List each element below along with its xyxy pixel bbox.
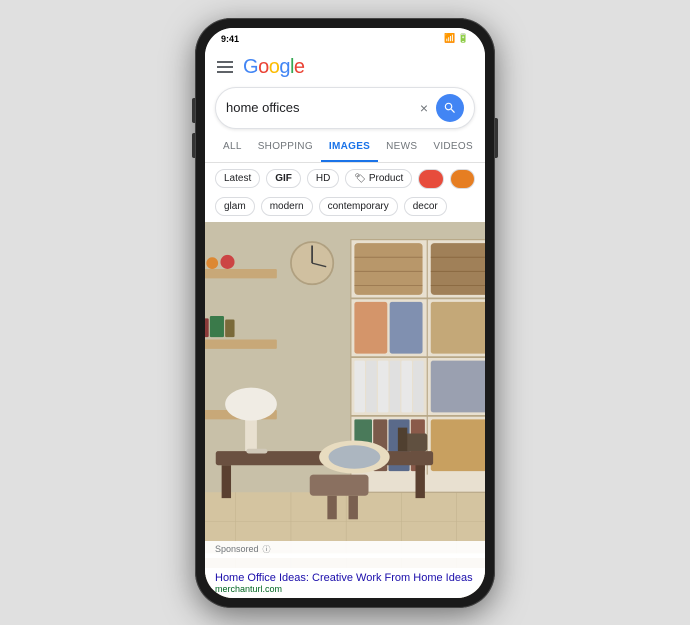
tab-images[interactable]: IMAGES [321,133,378,162]
hamburger-icon[interactable] [217,61,233,73]
filter-gif[interactable]: GIF [266,169,301,188]
ad-info[interactable]: Home Office Ideas: Creative Work From Ho… [205,568,485,598]
image-area: Sponsored ⓘ Home Office Ideas: Creative … [205,222,485,598]
filter-decor[interactable]: decor [404,197,447,216]
nav-tabs: ALL SHOPPING IMAGES NEWS VIDEOS [205,133,485,163]
filter-color-orange[interactable] [450,169,475,189]
google-logo: Google [243,56,305,79]
sponsored-bar: Sponsored ⓘ [205,541,485,558]
filter-color-red[interactable] [418,169,443,189]
filter-modern[interactable]: modern [261,197,313,216]
status-bar: 9:41 📶 🔋 [205,28,485,50]
tag-icon: 🏷 [354,173,365,184]
filter-row-1: Latest GIF HD 🏷 Product [205,163,485,195]
ad-url: merchanturl.com [215,584,475,594]
status-time: 9:41 [221,34,239,44]
tab-all[interactable]: ALL [215,133,250,162]
ad-title: Home Office Ideas: Creative Work From Ho… [215,572,475,584]
search-button[interactable] [436,94,464,122]
filter-hd[interactable]: HD [307,169,339,188]
tab-shopping[interactable]: SHOPPING [250,133,321,162]
volume-up-button [192,98,195,123]
search-icon [443,101,457,115]
search-input[interactable] [226,100,420,115]
clear-icon[interactable]: × [420,100,428,116]
volume-down-button [192,133,195,158]
search-bar: × [215,87,475,129]
phone-screen: 9:41 📶 🔋 Google × ALL SHOPPING [205,28,485,598]
info-icon: ⓘ [263,544,271,555]
filter-glam[interactable]: glam [215,197,255,216]
filter-latest[interactable]: Latest [215,169,260,188]
filter-product[interactable]: 🏷 Product [345,169,412,188]
header: Google [205,50,485,83]
phone-frame: 9:41 📶 🔋 Google × ALL SHOPPING [195,18,495,608]
filter-row-2: glam modern contemporary decor [205,195,485,222]
filter-contemporary[interactable]: contemporary [319,197,398,216]
status-icons: 📶 🔋 [444,33,469,44]
power-button [495,118,498,158]
tab-news[interactable]: NEWS [378,133,425,162]
tab-videos[interactable]: VIDEOS [425,133,481,162]
sponsored-label: Sponsored [215,544,259,554]
